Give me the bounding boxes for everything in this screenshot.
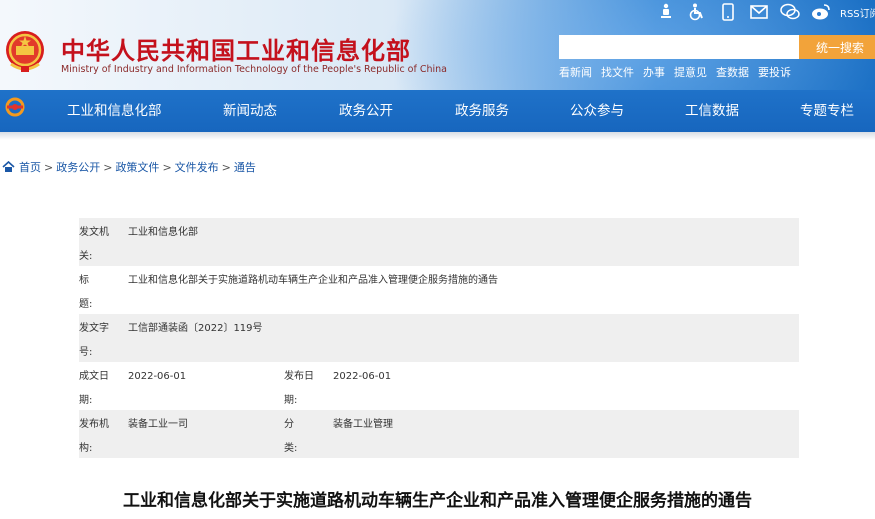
accessibility-icon[interactable]: [656, 2, 676, 22]
site-title-english: Ministry of Industry and Information Tec…: [61, 64, 447, 75]
meta-row-title: 标题: 工业和信息化部关于实施道路机动车辆生产企业和产品准入管理便企服务措施的通…: [79, 266, 799, 314]
written-date-label: 成文日期:: [79, 371, 109, 406]
main-navbar: 工业和信息化部 新闻动态 政务公开 政务服务 公众参与 工信数据 专题专栏: [0, 90, 875, 132]
nav-item-news[interactable]: 新闻动态: [223, 99, 277, 119]
site-header: 中华人民共和国工业和信息化部 Ministry of Industry and …: [0, 0, 875, 90]
issuer-value: 工业和信息化部: [128, 227, 198, 238]
category-value: 装备工业管理: [333, 419, 393, 430]
title-label: 标题:: [79, 275, 93, 310]
quick-link-data[interactable]: 查数据: [716, 64, 749, 80]
quick-link-complaint[interactable]: 要投诉: [758, 64, 791, 80]
quick-links: 看新闻 找文件 办事 提意见 查数据 要投诉: [559, 64, 800, 80]
meta-row-publisher: 发布机构: 装备工业一司 分类: 装备工业管理: [79, 410, 799, 458]
breadcrumb-separator: >: [162, 160, 172, 174]
breadcrumb-file-release[interactable]: 文件发布: [175, 159, 219, 175]
breadcrumb-policy-files[interactable]: 政策文件: [115, 159, 159, 175]
breadcrumb-notice[interactable]: 通告: [234, 159, 256, 175]
meta-row-doc-number: 发文字号: 工信部通装函〔2022〕119号: [79, 314, 799, 362]
site-title[interactable]: 中华人民共和国工业和信息化部: [61, 31, 411, 66]
breadcrumb-separator: >: [103, 160, 113, 174]
mobile-icon[interactable]: [718, 2, 738, 22]
title-value: 工业和信息化部关于实施道路机动车辆生产企业和产品准入管理便企服务措施的通告: [128, 275, 498, 286]
meta-row-issuer: 发文机关: 工业和信息化部: [79, 218, 799, 266]
quick-link-services[interactable]: 办事: [643, 64, 665, 80]
breadcrumb-separator: >: [44, 160, 54, 174]
document-heading: 工业和信息化部关于实施道路机动车辆生产企业和产品准入管理便企服务措施的通告: [123, 491, 752, 511]
nav-item-miit[interactable]: 工业和信息化部: [67, 99, 162, 119]
wheelchair-icon[interactable]: [687, 2, 707, 22]
written-date-value: 2022-06-01: [128, 371, 187, 382]
quick-link-feedback[interactable]: 提意见: [674, 64, 707, 80]
mail-icon[interactable]: [749, 2, 769, 22]
nav-item-data[interactable]: 工信数据: [685, 99, 739, 119]
nav-item-gov-services[interactable]: 政务服务: [455, 99, 509, 119]
category-label: 分类:: [284, 419, 298, 454]
breadcrumb-separator: >: [221, 160, 231, 174]
meta-row-dates: 成文日期: 2022-06-01 发布日期: 2022-06-01: [79, 362, 799, 410]
nav-item-public-affairs[interactable]: 政务公开: [339, 99, 393, 119]
quick-link-news[interactable]: 看新闻: [559, 64, 592, 80]
doc-number-label: 发文字号:: [79, 323, 109, 358]
publisher-value: 装备工业一司: [128, 419, 188, 430]
nav-item-topics[interactable]: 专题专栏: [800, 99, 854, 119]
home-icon[interactable]: [2, 161, 15, 173]
rss-link[interactable]: RSS订阅: [840, 5, 875, 20]
breadcrumb: 首页 > 政务公开 > 政策文件 > 文件发布 > 通告: [2, 159, 256, 175]
top-utility-icons: [656, 2, 842, 22]
doc-number-value: 工信部通装函〔2022〕119号: [128, 323, 263, 334]
quick-link-files[interactable]: 找文件: [601, 64, 634, 80]
nav-shadow: [0, 132, 875, 140]
publish-date-label: 发布日期:: [284, 371, 314, 406]
breadcrumb-home[interactable]: 首页: [19, 159, 41, 175]
weibo-icon[interactable]: [811, 2, 831, 22]
issuer-label: 发文机关:: [79, 227, 109, 262]
search-button[interactable]: 统一搜索: [799, 35, 875, 59]
wechat-icon[interactable]: [780, 2, 800, 22]
publish-date-value: 2022-06-01: [333, 371, 392, 382]
miit-logo-icon[interactable]: [4, 96, 26, 118]
nav-item-participation[interactable]: 公众参与: [570, 99, 624, 119]
publisher-label: 发布机构:: [79, 419, 109, 454]
breadcrumb-public-affairs[interactable]: 政务公开: [56, 159, 100, 175]
document-meta-table: 发文机关: 工业和信息化部 标题: 工业和信息化部关于实施道路机动车辆生产企业和…: [79, 218, 799, 458]
search-input[interactable]: [559, 35, 799, 59]
national-emblem-icon[interactable]: [3, 28, 47, 76]
